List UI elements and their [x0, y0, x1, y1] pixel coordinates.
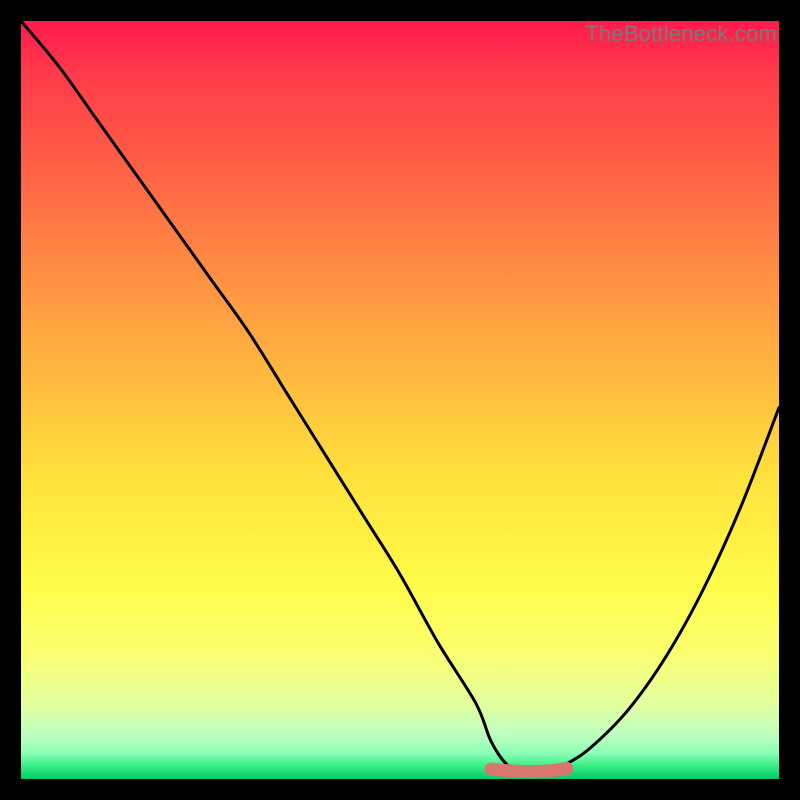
watermark-text: TheBottleneck.com [585, 21, 777, 47]
chart-svg [21, 21, 779, 779]
chart-frame: TheBottleneck.com [0, 0, 800, 800]
plot-area: TheBottleneck.com [21, 21, 779, 779]
flat-region-marker [491, 768, 567, 771]
bottleneck-curve [21, 21, 779, 772]
